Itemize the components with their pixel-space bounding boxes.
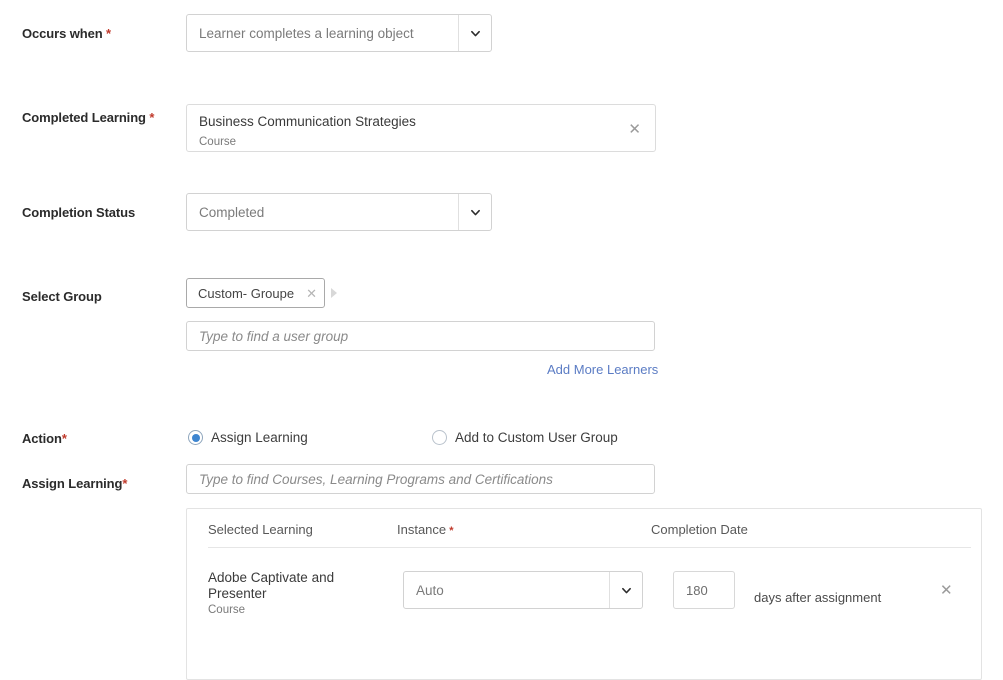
required-asterisk: * xyxy=(122,476,128,491)
row-days-suffix-label: days after assignment xyxy=(754,590,882,605)
required-asterisk: * xyxy=(102,26,112,41)
group-chip-label: Custom- Groupe xyxy=(198,285,295,301)
chevron-down-icon xyxy=(621,585,632,596)
chevron-down-icon xyxy=(470,207,481,218)
row-remove-icon[interactable]: ✕ xyxy=(940,583,953,598)
completed-learning-remove-icon[interactable]: ✕ xyxy=(628,122,641,137)
label-assign-learning: Assign Learning* xyxy=(22,476,127,491)
selected-learning-table: Selected Learning Instance * Completion … xyxy=(186,508,982,680)
radio-assign-learning-label: Assign Learning xyxy=(211,430,308,445)
completion-status-value: Completed xyxy=(199,204,265,220)
label-select-group: Select Group xyxy=(22,289,102,304)
group-chip-custom-groupe[interactable]: Custom- Groupe ✕ xyxy=(186,278,325,308)
label-completion-status-text: Completion Status xyxy=(22,205,136,220)
assign-learning-search-input[interactable]: Type to find Courses, Learning Programs … xyxy=(186,464,655,494)
radio-assign-learning[interactable]: Assign Learning xyxy=(188,430,308,445)
radio-add-to-custom-user-group-label: Add to Custom User Group xyxy=(455,430,618,445)
table-header-selected-learning: Selected Learning xyxy=(208,522,313,537)
user-group-search-input[interactable]: Type to find a user group xyxy=(186,321,655,351)
label-completed-learning-text: Completed Learning xyxy=(22,110,146,125)
label-assign-learning-text: Assign Learning xyxy=(22,476,123,491)
table-header-instance-text: Instance xyxy=(397,522,447,537)
completed-learning-card: Business Communication Strategies Course… xyxy=(186,104,656,152)
radio-add-to-custom-user-group-indicator[interactable] xyxy=(432,430,447,445)
completion-status-dropdown-arrow[interactable] xyxy=(458,194,491,230)
row-completion-days-input[interactable]: 180 xyxy=(673,571,735,609)
table-header-completion-date: Completion Date xyxy=(651,522,748,537)
completed-learning-subtitle: Course xyxy=(199,136,237,148)
chevron-down-icon xyxy=(470,28,481,39)
add-more-learners-link[interactable]: Add More Learners xyxy=(547,362,658,377)
row-instance-select[interactable]: Auto xyxy=(403,571,643,609)
required-asterisk: * xyxy=(145,110,155,125)
occurs-when-value: Learner completes a learning object xyxy=(199,25,414,41)
group-chip-remove-icon[interactable]: ✕ xyxy=(306,287,317,300)
caret-right-icon xyxy=(331,288,337,298)
required-asterisk: * xyxy=(446,525,454,537)
table-header-completion-date-text: Completion Date xyxy=(651,522,748,537)
completion-status-select[interactable]: Completed xyxy=(186,193,492,231)
label-occurs-when: Occurs when * xyxy=(22,26,111,41)
label-completed-learning: Completed Learning * xyxy=(22,110,154,125)
label-completion-status: Completion Status xyxy=(22,205,135,220)
table-header-instance: Instance * xyxy=(397,522,454,537)
radio-add-to-custom-user-group[interactable]: Add to Custom User Group xyxy=(432,430,618,445)
required-asterisk: * xyxy=(61,431,67,446)
radio-assign-learning-indicator[interactable] xyxy=(188,430,203,445)
label-action: Action* xyxy=(22,431,67,446)
row-instance-value: Auto xyxy=(416,582,444,598)
table-header-selected-learning-text: Selected Learning xyxy=(208,522,313,537)
label-occurs-when-text: Occurs when xyxy=(22,26,103,41)
occurs-when-select[interactable]: Learner completes a learning object xyxy=(186,14,492,52)
label-select-group-text: Select Group xyxy=(22,289,102,304)
row-learning-title: Adobe Captivate and Presenter xyxy=(208,570,335,601)
table-header-divider xyxy=(208,547,971,548)
occurs-when-dropdown-arrow[interactable] xyxy=(458,15,491,51)
row-instance-dropdown-arrow[interactable] xyxy=(609,572,642,608)
row-learning-subtitle: Course xyxy=(208,604,246,616)
completed-learning-title: Business Communication Strategies xyxy=(199,114,416,129)
label-action-text: Action xyxy=(22,431,62,446)
